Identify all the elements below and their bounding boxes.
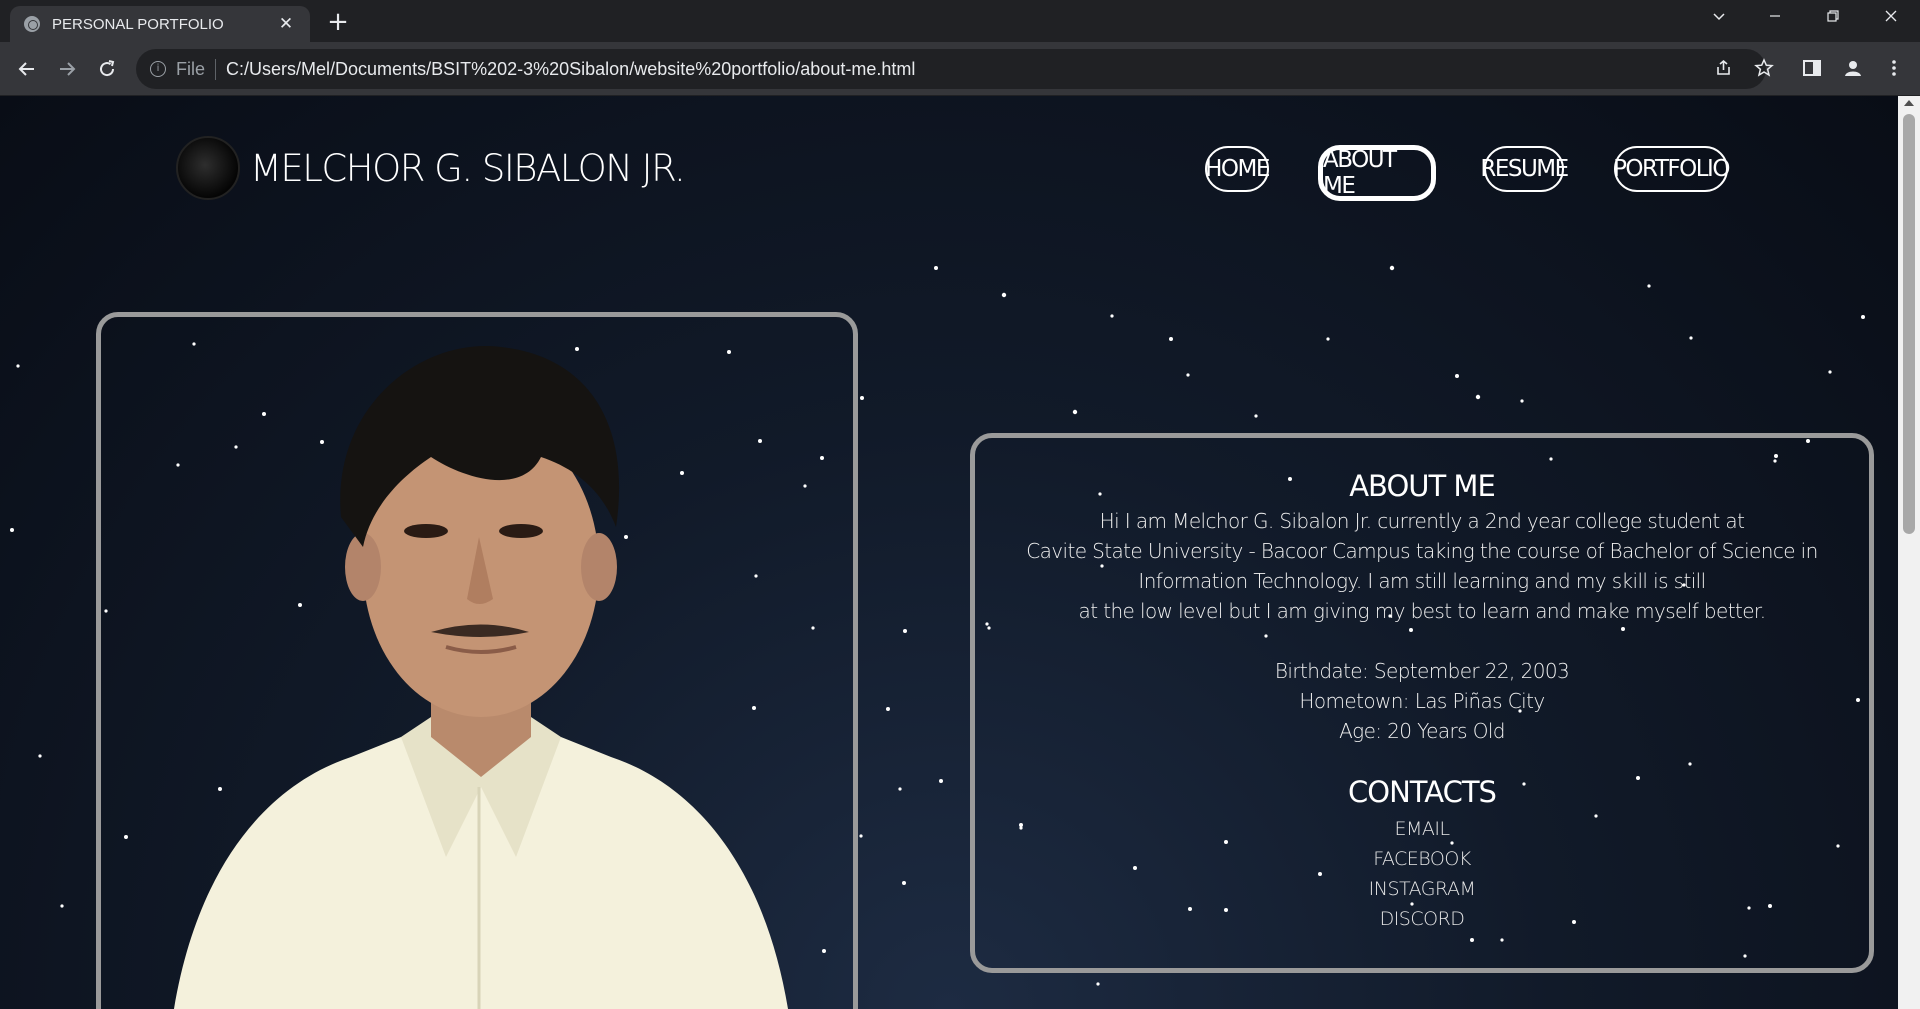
close-icon[interactable]	[1876, 8, 1906, 29]
url-text[interactable]: C:/Users/Mel/Documents/BSIT%202-3%20Siba…	[226, 59, 915, 80]
page-scrollbar[interactable]	[1898, 96, 1920, 1009]
browser-titlebar: PERSONAL PORTFOLIO ✕ +	[0, 0, 1920, 42]
about-me-card: ABOUT ME Hi I am Melchor G. Sibalon Jr. …	[970, 433, 1874, 973]
info-icon[interactable]: i	[150, 61, 166, 77]
nav-about-me[interactable]: ABOUT ME	[1318, 145, 1436, 201]
nav-resume[interactable]: RESUME	[1480, 146, 1569, 192]
star-icon[interactable]	[1752, 58, 1776, 82]
hometown: Hometown: Las Piñas City	[1299, 689, 1545, 713]
profile-photo	[174, 346, 788, 1009]
nav-portfolio[interactable]: PORTFOLIO	[1613, 146, 1730, 192]
menu-icon[interactable]	[1882, 58, 1906, 82]
reload-icon[interactable]	[92, 54, 122, 84]
contact-discord-link[interactable]: DISCORD	[975, 904, 1869, 934]
forward-arrow-icon[interactable]	[52, 54, 82, 84]
contacts-heading: CONTACTS	[1348, 775, 1497, 809]
bio-line: Cavite State University - Bacoor Campus …	[1026, 539, 1818, 563]
address-bar[interactable]: i File C:/Users/Mel/Documents/BSIT%202-3…	[136, 49, 1766, 89]
browser-tab[interactable]: PERSONAL PORTFOLIO ✕	[10, 6, 310, 42]
bio-line: Hi I am Melchor G. Sibalon Jr. currently…	[1099, 509, 1745, 533]
bio-line: Information Technology. I am still learn…	[1138, 569, 1706, 593]
brand-logo	[176, 136, 240, 200]
sidepanel-icon[interactable]	[1800, 58, 1824, 82]
bio-line: at the low level but I am giving my best…	[1078, 599, 1767, 623]
page-viewport: MELCHOR G. SIBALON JR. HOME ABOUT ME RES…	[0, 96, 1898, 1009]
globe-icon	[24, 16, 40, 32]
nav-home[interactable]: HOME	[1205, 146, 1270, 192]
protocol-label: File	[176, 58, 217, 80]
new-tab-button[interactable]: +	[324, 9, 352, 35]
scroll-up-icon[interactable]	[1904, 100, 1914, 106]
contact-facebook-link[interactable]: FACEBOOK	[975, 844, 1869, 874]
contact-email-link[interactable]: EMAIL	[975, 814, 1869, 844]
birthdate: Birthdate: September 22, 2003	[1274, 659, 1570, 683]
about-heading: ABOUT ME	[1349, 469, 1496, 503]
tab-close-icon[interactable]: ✕	[276, 14, 296, 34]
minimize-icon[interactable]	[1760, 8, 1790, 29]
tab-title: PERSONAL PORTFOLIO	[52, 15, 224, 33]
profile-icon[interactable]	[1841, 58, 1865, 82]
brand-name: MELCHOR G. SIBALON JR.	[250, 146, 686, 190]
bio-text: Hi I am Melchor G. Sibalon Jr. currently…	[975, 506, 1869, 626]
back-arrow-icon[interactable]	[12, 54, 42, 84]
restore-icon[interactable]	[1818, 8, 1848, 29]
browser-toolbar: i File C:/Users/Mel/Documents/BSIT%202-3…	[0, 42, 1920, 96]
contact-instagram-link[interactable]: INSTAGRAM	[975, 874, 1869, 904]
share-icon[interactable]	[1712, 58, 1736, 82]
age: Age: 20 Years Old	[1339, 719, 1505, 743]
tab-search-icon[interactable]	[1704, 8, 1734, 29]
brand[interactable]: MELCHOR G. SIBALON JR.	[176, 136, 686, 200]
personal-facts: Birthdate: September 22, 2003 Hometown: …	[975, 656, 1869, 746]
contact-links: EMAIL FACEBOOK INSTAGRAM DISCORD	[975, 814, 1869, 934]
scrollbar-thumb[interactable]	[1903, 114, 1915, 534]
profile-photo-frame	[96, 312, 858, 1009]
